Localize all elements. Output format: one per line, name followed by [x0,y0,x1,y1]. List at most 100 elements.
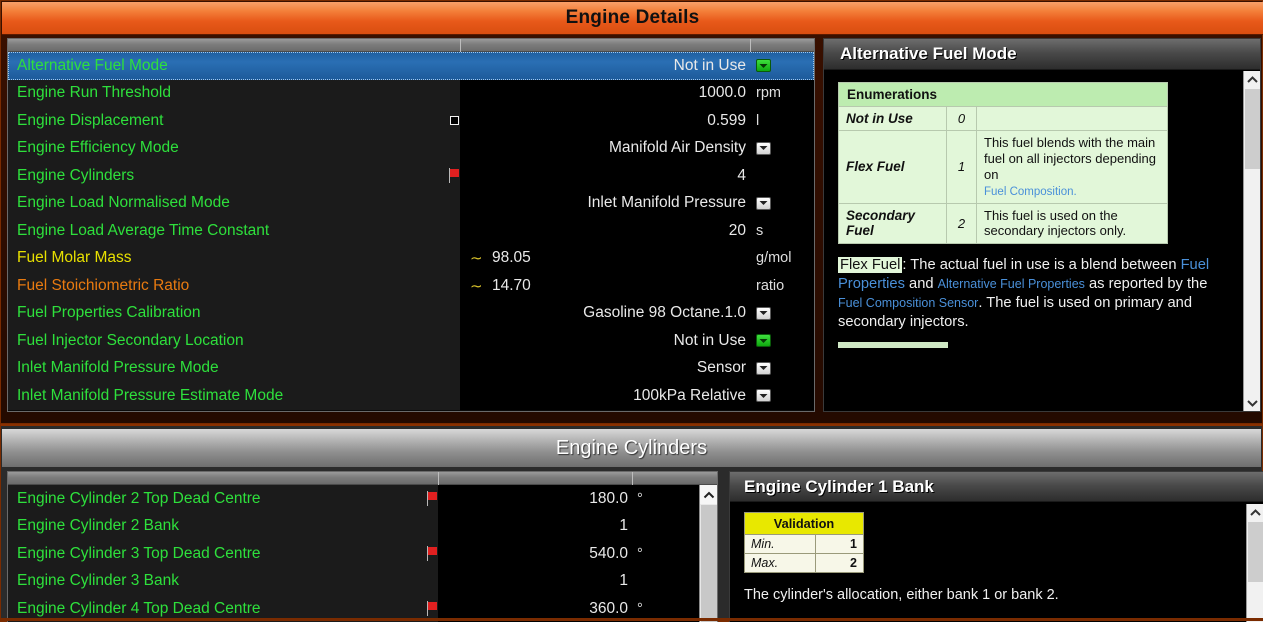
row-name-cell[interactable]: Engine Cylinder 3 Bank [8,567,438,595]
property-unit: ° [637,600,643,617]
row-name-cell[interactable]: Engine Cylinder 2 Bank [8,512,438,540]
enum-description: This fuel blends with the main fuel on a… [976,130,1168,204]
table-row[interactable]: Engine Displacement 0.599 l [8,107,814,135]
row-name-cell[interactable]: Alternative Fuel Mode [8,52,460,80]
property-value: 540.0 [589,544,628,562]
cylinder-description: The cylinder's allocation, either bank 1… [744,587,1059,603]
row-unit-cell [753,355,814,383]
engine-cylinders-property-grid[interactable]: Engine Cylinder 2 Top Dead Centre 180.0 ° E… [7,471,718,622]
property-value: 0.599 [707,111,746,129]
row-value-cell[interactable]: 100kPa Relative [464,382,750,410]
table-row[interactable]: Fuel Stoichiometric Ratio ∼ 14.70 ratio [8,272,814,300]
row-unit-cell: l [753,107,814,135]
row-name-cell[interactable]: Engine Displacement [8,107,460,135]
scroll-down-icon[interactable] [1244,394,1260,411]
property-name: Engine Load Normalised Mode [17,194,230,212]
row-name-cell[interactable]: Engine Cylinder 2 Top Dead Centre [8,485,438,513]
enum-value: 1 [946,130,977,204]
column-divider-value-unit[interactable] [750,39,751,52]
row-value-cell[interactable]: Not in Use [464,52,750,80]
row-name-cell[interactable]: Engine Load Normalised Mode [8,189,460,217]
row-value-cell[interactable]: Manifold Air Density [464,135,750,163]
row-value-cell[interactable]: 1 [442,513,632,541]
column-divider-name-value[interactable] [438,472,439,485]
engine-cylinders-titlebar: Engine Cylinders [2,429,1261,467]
chevron-down-icon[interactable] [756,59,771,73]
fuel-composition-sensor-link[interactable]: Fuel Composition Sensor [838,296,978,310]
row-value-cell[interactable]: 20 [464,217,750,245]
table-row[interactable]: Engine Load Average Time Constant 20 s [8,217,814,245]
row-name-cell[interactable]: Engine Cylinders [8,162,460,190]
property-value: Inlet Manifold Pressure [587,194,746,212]
scroll-up-icon[interactable] [700,485,717,504]
clipped-content-divider [838,341,948,348]
cylinder-documentation-scrollbar[interactable] [1246,504,1263,622]
table-row[interactable]: Engine Cylinder 2 Bank 1 [8,512,717,541]
scrollbar-thumb[interactable] [701,505,717,622]
row-value-cell[interactable]: 4 [464,162,750,190]
row-value-cell[interactable]: 540.0 [442,540,632,568]
engine-details-property-grid[interactable]: Alternative Fuel Mode Not in Use Engine Ru… [7,38,815,412]
table-row[interactable]: Alternative Fuel Mode Not in Use [8,52,814,80]
engine-cylinders-scrollbar[interactable] [699,485,717,622]
row-name-cell[interactable]: Fuel Stoichiometric Ratio [8,272,460,300]
validation-min-value: 1 [815,534,864,554]
table-row[interactable]: Inlet Manifold Pressure Mode Sensor [8,354,814,383]
row-name-cell[interactable]: Engine Load Average Time Constant [8,217,460,245]
documentation-title: Alternative Fuel Mode [840,44,1017,63]
table-row[interactable]: Engine Cylinders 4 [8,162,814,190]
column-divider-value-unit[interactable] [632,472,633,485]
chevron-down-icon[interactable] [756,196,771,210]
row-value-cell[interactable]: Sensor [464,355,750,383]
chevron-down-icon[interactable] [756,389,771,403]
scrollbar-thumb[interactable] [1248,522,1263,582]
table-row[interactable]: Fuel Properties Calibration Gasoline 98 O… [8,299,814,328]
table-row[interactable]: Engine Cylinder 2 Top Dead Centre 180.0 ° [8,485,717,513]
table-row[interactable]: Engine Run Threshold 1000.0 rpm [8,79,814,108]
row-name-cell[interactable]: Fuel Properties Calibration [8,299,460,327]
row-value-cell[interactable]: Not in Use [464,327,750,355]
scroll-up-icon[interactable] [1244,71,1260,88]
fuel-composition-link[interactable]: Fuel Composition. [984,186,1077,198]
row-name-cell[interactable]: Fuel Injector Secondary Location [8,327,460,355]
property-value: 100kPa Relative [633,386,746,404]
chevron-down-icon[interactable] [756,141,771,155]
row-value-cell[interactable]: 1 [442,568,632,596]
row-value-cell[interactable]: 1000.0 [464,80,750,108]
row-value-cell[interactable]: Gasoline 98 Octane.1.0 [464,300,750,328]
documentation-scrollbar[interactable] [1243,71,1260,411]
row-unit-cell [753,135,814,163]
property-name: Engine Cylinder 4 Top Dead Centre [17,599,261,617]
table-row: Max. 2 [744,553,864,573]
table-row[interactable]: Inlet Manifold Pressure Estimate Mode 100… [8,382,814,410]
row-name-cell[interactable]: Engine Cylinder 3 Top Dead Centre [8,540,438,568]
table-row[interactable]: Engine Cylinder 3 Top Dead Centre 540.0 ° [8,540,717,568]
column-divider-name-value[interactable] [460,39,461,52]
alternative-fuel-properties-link[interactable]: Alternative Fuel Properties [938,277,1085,291]
table-row[interactable]: Engine Cylinder 3 Bank 1 [8,567,717,596]
chevron-down-icon[interactable] [756,361,771,375]
property-value[interactable]: 14.70 [492,272,531,300]
scroll-up-icon[interactable] [1247,504,1263,521]
row-name-cell[interactable]: Fuel Molar Mass [8,244,460,272]
row-unit-cell [753,382,814,410]
chevron-down-icon[interactable] [756,334,771,348]
grid-column-header[interactable] [8,39,814,52]
table-row[interactable]: Fuel Injector Secondary Location Not in U… [8,327,814,355]
table-row[interactable]: Fuel Molar Mass ∼ 98.05 g/mol [8,244,814,273]
row-value-cell[interactable]: 180.0 [442,485,632,513]
row-name-cell[interactable]: Inlet Manifold Pressure Mode [8,354,460,382]
grid-column-header[interactable] [8,472,717,485]
property-value[interactable]: 98.05 [492,245,531,273]
row-value-cell[interactable]: 0.599 [464,107,750,135]
doc-part-3: as reported by the [1084,276,1208,293]
chevron-down-icon[interactable] [756,306,771,320]
row-name-cell[interactable]: Engine Run Threshold [8,79,460,107]
row-name-cell[interactable]: Engine Efficiency Mode [8,134,460,162]
table-row[interactable]: Engine Efficiency Mode Manifold Air Densi… [8,134,814,163]
row-value-cell[interactable]: Inlet Manifold Pressure [464,190,750,218]
row-name-cell[interactable]: Inlet Manifold Pressure Estimate Mode [8,382,460,410]
scrollbar-thumb[interactable] [1245,89,1260,169]
table-row[interactable]: Engine Load Normalised Mode Inlet Manifol… [8,189,814,218]
property-value: Manifold Air Density [609,139,746,157]
